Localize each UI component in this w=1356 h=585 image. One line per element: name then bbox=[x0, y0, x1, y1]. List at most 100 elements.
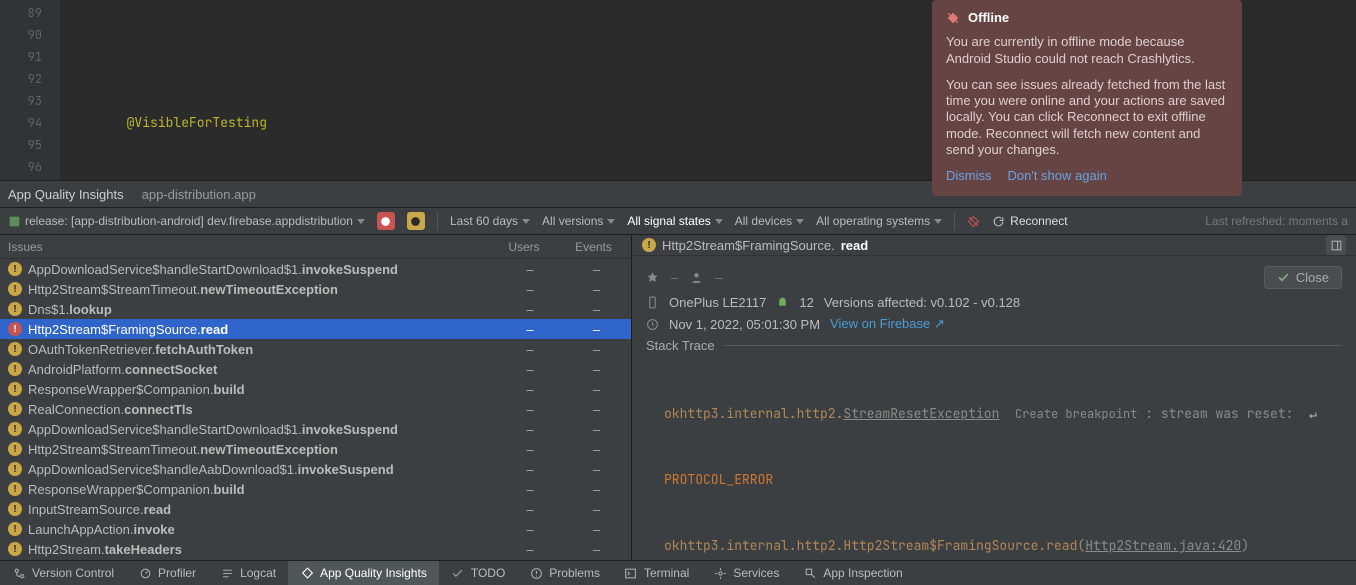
aqi-filter-toolbar: release: [app-distribution-android] dev.… bbox=[0, 208, 1356, 235]
nonfatal-icon: ! bbox=[8, 302, 22, 316]
col-header-events: Events bbox=[556, 240, 631, 254]
issue-name: Http2Stream.takeHeaders bbox=[28, 542, 498, 557]
issue-row[interactable]: ! AppDownloadService$handleStartDownload$… bbox=[0, 419, 631, 439]
connection-status-icon bbox=[967, 215, 980, 228]
devices-dropdown[interactable]: All devices bbox=[735, 214, 804, 228]
refresh-icon bbox=[992, 215, 1005, 228]
nonfatal-icon: ! bbox=[8, 262, 22, 276]
tab-problems[interactable]: Problems bbox=[517, 561, 612, 585]
issue-name: Http2Stream$StreamTimeout.newTimeoutExce… bbox=[28, 282, 498, 297]
nonfatal-icon: ! bbox=[8, 342, 22, 356]
nonfatal-icon: ! bbox=[8, 462, 22, 476]
issue-row[interactable]: !ResponseWrapper$Companion.build–– bbox=[0, 479, 631, 499]
issue-name: InputStreamSource.read bbox=[28, 502, 498, 517]
build-variant-dropdown[interactable]: release: [app-distribution-android] dev.… bbox=[8, 214, 365, 228]
issue-row[interactable]: ! Http2Stream$StreamTimeout.newTimeoutExc… bbox=[0, 439, 631, 459]
tab-profiler[interactable]: Profiler bbox=[126, 561, 208, 585]
aqi-title: App Quality Insights bbox=[8, 187, 124, 202]
issue-name: AndroidPlatform.connectSocket bbox=[28, 362, 498, 377]
col-header-users: Users bbox=[492, 240, 556, 254]
api-level: 12 bbox=[799, 295, 813, 310]
fatal-icon: ! bbox=[8, 322, 22, 336]
create-breakpoint-link[interactable]: Create breakpoint bbox=[1015, 406, 1137, 422]
tab-terminal[interactable]: Terminal bbox=[612, 561, 701, 585]
toggle-details-button[interactable] bbox=[1326, 235, 1346, 255]
tab-app-quality-insights[interactable]: App Quality Insights bbox=[288, 561, 439, 585]
versions-affected: Versions affected: v0.102 - v0.128 bbox=[824, 295, 1020, 310]
stack-frame-link[interactable]: Http2Stream.java:420 bbox=[1085, 537, 1241, 554]
os-dropdown[interactable]: All operating systems bbox=[816, 214, 942, 228]
issue-name: OAuthTokenRetriever.fetchAuthToken bbox=[28, 342, 498, 357]
exception-class-link[interactable]: StreamResetException bbox=[843, 405, 999, 422]
issue-row[interactable]: !Dns$1.lookup–– bbox=[0, 299, 631, 319]
view-on-firebase-link[interactable]: View on Firebase ↗ bbox=[830, 316, 945, 332]
signal-states-dropdown[interactable]: All signal states bbox=[627, 214, 722, 228]
issue-row[interactable]: !LaunchAppAction.invoke–– bbox=[0, 519, 631, 539]
issue-name: AppDownloadService$handleStartDownload$1… bbox=[28, 422, 498, 437]
nonfatal-icon: ! bbox=[8, 382, 22, 396]
device-icon bbox=[646, 296, 659, 309]
nonfatal-icon: ! bbox=[8, 442, 22, 456]
offline-icon bbox=[946, 11, 960, 25]
col-header-issues: Issues bbox=[8, 240, 492, 254]
module-icon bbox=[8, 215, 21, 228]
bottom-tool-window-bar: Version Control Profiler Logcat App Qual… bbox=[0, 560, 1356, 585]
issue-name: Dns$1.lookup bbox=[28, 302, 498, 317]
close-button[interactable]: Close bbox=[1264, 266, 1342, 289]
versions-dropdown[interactable]: All versions bbox=[542, 214, 615, 228]
tab-todo[interactable]: TODO bbox=[439, 561, 517, 585]
offline-notification: Offline You are currently in offline mod… bbox=[932, 0, 1242, 196]
issue-name: AppDownloadService$handleAabDownload$1.i… bbox=[28, 462, 498, 477]
issue-row[interactable]: !InputStreamSource.read–– bbox=[0, 499, 631, 519]
android-icon bbox=[776, 296, 789, 309]
issue-row[interactable]: !Http2Stream$StreamTimeout.newTimeoutExc… bbox=[0, 279, 631, 299]
last-refreshed-label: Last refreshed: moments a bbox=[1205, 214, 1348, 228]
date-range-dropdown[interactable]: Last 60 days bbox=[450, 214, 530, 228]
issue-row[interactable]: !Http2Stream.takeHeaders–– bbox=[0, 539, 631, 559]
issue-row[interactable]: !AndroidPlatform.connectSocket–– bbox=[0, 359, 631, 379]
tab-services[interactable]: Services bbox=[701, 561, 791, 585]
reconnect-button[interactable]: Reconnect bbox=[992, 214, 1067, 228]
issue-row[interactable]: !ResponseWrapper$Companion.build–– bbox=[0, 379, 631, 399]
nonfatal-icon: ! bbox=[8, 482, 22, 496]
issue-name: RealConnection.connectTls bbox=[28, 402, 498, 417]
issue-row[interactable]: ! AppDownloadService$handleStartDownload$… bbox=[0, 259, 631, 279]
offline-text-1: You are currently in offline mode becaus… bbox=[946, 34, 1228, 67]
issue-row[interactable]: !OAuthTokenRetriever.fetchAuthToken–– bbox=[0, 339, 631, 359]
issue-detail-panel: ! Http2Stream$FramingSource.read – – Clo… bbox=[632, 235, 1356, 560]
event-time: Nov 1, 2022, 05:01:30 PM bbox=[669, 317, 820, 332]
check-icon bbox=[1277, 271, 1290, 284]
nonfatal-icon: ! bbox=[8, 422, 22, 436]
stack-trace: okhttp3.internal.http2.StreamResetExcept… bbox=[646, 359, 1342, 560]
nonfatal-icon: ! bbox=[8, 502, 22, 516]
tab-version-control[interactable]: Version Control bbox=[0, 561, 126, 585]
aqi-subtitle: app-distribution.app bbox=[142, 187, 256, 202]
issue-row[interactable]: !RealConnection.connectTls–– bbox=[0, 399, 631, 419]
fatal-filter-toggle[interactable] bbox=[377, 212, 395, 230]
offline-text-2: You can see issues already fetched from … bbox=[946, 77, 1228, 158]
issue-name: LaunchAppAction.invoke bbox=[28, 522, 498, 537]
nonfatal-icon: ! bbox=[8, 402, 22, 416]
clock-icon bbox=[646, 318, 659, 331]
issue-name: AppDownloadService$handleStartDownload$1… bbox=[28, 262, 498, 277]
tab-app-inspection[interactable]: App Inspection bbox=[791, 561, 914, 585]
issue-name: ResponseWrapper$Companion.build bbox=[28, 382, 498, 397]
nonfatal-filter-toggle[interactable] bbox=[407, 212, 425, 230]
issue-name: Http2Stream$StreamTimeout.newTimeoutExce… bbox=[28, 442, 498, 457]
issue-row[interactable]: !Http2Stream$FramingSource.read–– bbox=[0, 319, 631, 339]
issue-name: ResponseWrapper$Companion.build bbox=[28, 482, 498, 497]
tab-logcat[interactable]: Logcat bbox=[208, 561, 288, 585]
issues-list-panel: Issues Users Events ! AppDownloadService$… bbox=[0, 235, 632, 560]
dismiss-link[interactable]: Dismiss bbox=[946, 168, 992, 184]
annotation: @VisibleForTesting bbox=[127, 114, 267, 131]
nonfatal-icon: ! bbox=[8, 522, 22, 536]
issues-list-header: Issues Users Events bbox=[0, 235, 631, 259]
warning-icon: ! bbox=[642, 238, 656, 252]
signal-icon bbox=[646, 271, 659, 284]
nonfatal-icon: ! bbox=[8, 542, 22, 556]
editor-gutter: 89 90 91 92 93 94 95 96 97 bbox=[0, 0, 60, 180]
issue-detail-header: ! Http2Stream$FramingSource.read bbox=[632, 235, 1356, 256]
issue-row[interactable]: ! AppDownloadService$handleAabDownload$1.… bbox=[0, 459, 631, 479]
chevron-down-icon bbox=[357, 219, 365, 224]
dont-show-again-link[interactable]: Don't show again bbox=[1008, 168, 1107, 184]
